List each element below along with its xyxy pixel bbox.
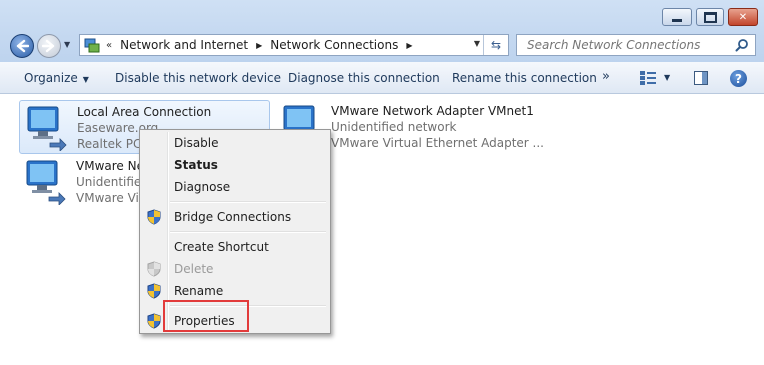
connection-status: Unidentified network [331,120,457,134]
breadcrumb-label: Network Connections [270,38,399,52]
breadcrumb-network-and-internet[interactable]: Network and Internet ▶ [120,38,262,52]
breadcrumb-label: Network and Internet [120,38,249,52]
close-icon: ✕ [738,11,748,23]
minimize-button[interactable] [662,8,692,26]
rename-connection-button[interactable]: Rename this connection [452,71,597,85]
view-options-dropdown[interactable]: ▼ [664,73,670,82]
menu-item-delete: Delete [142,258,328,280]
chevron-right-icon[interactable]: ▶ [406,41,412,50]
menu-item-disable[interactable]: Disable [142,132,328,154]
organize-button[interactable]: Organize ▼ [24,71,89,85]
menu-item-bridge-connections[interactable]: Bridge Connections [142,206,328,228]
properties-highlight-box [163,300,249,332]
menu-item-label: Diagnose [174,180,231,194]
search-input[interactable] [525,37,729,53]
shield-icon [147,261,161,277]
breadcrumb-network-connections[interactable]: Network Connections ▶ [270,38,412,52]
arrow-left-icon [16,39,29,53]
maximize-icon [697,9,723,25]
menu-item-status[interactable]: Status [142,154,328,176]
network-folder-icon [84,37,100,53]
refresh-button[interactable]: ⇆ [483,35,508,55]
search-box[interactable] [516,34,756,56]
connection-status: Unidentified [76,175,149,189]
forward-button[interactable] [37,34,61,58]
connection-adapter: VMware Virtual Ethernet Adapter ... [331,136,544,150]
organize-label: Organize [24,71,78,85]
refresh-icon: ⇆ [490,38,502,52]
command-bar: Organize ▼ Disable this network device Di… [0,62,764,94]
menu-separator [170,231,326,233]
network-adapter-icon [27,106,67,151]
connection-item-vmware[interactable]: VMware Ne Unidentified VMware Vir [19,155,149,209]
breadcrumb-overflow[interactable]: « [106,40,112,51]
connection-name: Local Area Connection [77,105,212,119]
maximize-button[interactable] [696,8,724,26]
shield-icon [147,209,161,225]
recent-pages-dropdown[interactable]: ▼ [64,40,72,50]
menu-item-label: Disable [174,136,219,150]
menu-item-label: Rename [174,284,224,298]
close-button[interactable]: ✕ [728,8,758,26]
menu-separator [170,201,326,203]
menu-item-label: Status [174,158,218,172]
chevron-down-icon: ▼ [82,75,89,84]
address-history-dropdown[interactable]: ▼ [474,39,480,48]
connection-adapter: VMware Vir [76,191,144,205]
menu-item-rename[interactable]: Rename [142,280,328,302]
menu-item-create-shortcut[interactable]: Create Shortcut [142,236,328,258]
menu-item-label: Bridge Connections [174,210,292,224]
menu-item-label: Create Shortcut [174,240,269,254]
shield-icon [147,313,161,329]
help-icon[interactable]: ? [730,70,747,87]
change-view-icon[interactable] [640,71,656,85]
disable-device-button[interactable]: Disable this network device [115,71,281,85]
arrow-right-icon [42,39,55,53]
diagnose-connection-button[interactable]: Diagnose this connection [288,71,440,85]
chevron-right-icon[interactable]: ▶ [256,41,262,50]
menu-item-label: Delete [174,262,214,276]
address-bar[interactable]: « Network and Internet ▶ Network Connect… [79,34,509,56]
connection-name: VMware Network Adapter VMnet1 [331,104,534,118]
connection-name: VMware Ne [76,159,144,173]
back-button[interactable] [10,34,34,58]
menu-item-diagnose[interactable]: Diagnose [142,176,328,198]
search-icon[interactable] [735,38,749,52]
shield-icon [147,283,161,299]
minimize-icon [663,9,691,25]
window-frame: ✕ ▼ « Network and Internet ▶ Network Con… [0,0,764,63]
preview-pane-icon[interactable] [694,71,708,85]
more-commands-button[interactable]: » [602,69,610,84]
network-adapter-icon [26,160,66,205]
